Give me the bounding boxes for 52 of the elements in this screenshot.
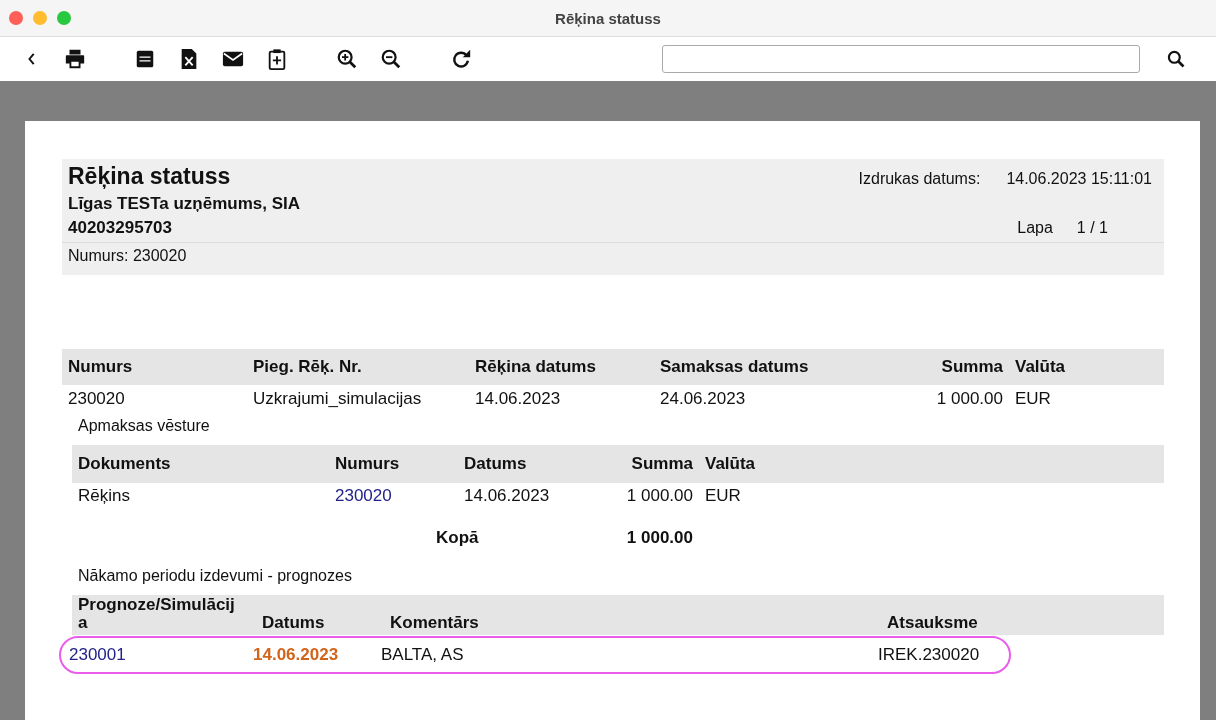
registration-number: 40203295703 xyxy=(68,218,172,238)
window-title: Rēķina statuss xyxy=(554,9,662,27)
print-date: 14.06.2023 15:11:01 xyxy=(1006,170,1152,188)
column-header: Summa xyxy=(940,357,1004,377)
table-cell-text: 14.06.2023 xyxy=(463,486,551,506)
table-cell-text: 24.06.2023 xyxy=(659,389,747,409)
table-cell-text: 1 000.00 xyxy=(935,389,1004,409)
column-header: Valūta xyxy=(704,454,757,474)
column-header: Datums xyxy=(463,454,528,474)
table-cell-text: BALTA, AS xyxy=(380,645,465,665)
close-button[interactable] xyxy=(9,11,23,25)
table-cell-text: 14.06.2023 xyxy=(252,645,340,665)
column-header: Valūta xyxy=(1014,357,1067,377)
table-cell-text: Rēķins xyxy=(77,486,131,506)
column-header: Numurs xyxy=(67,357,134,377)
column-header: Samaksas datums xyxy=(659,357,810,377)
report-title: Rēķina statuss xyxy=(68,163,231,190)
column-header: Dokuments xyxy=(77,454,172,474)
page-number: 1 / 1 xyxy=(1076,219,1108,237)
forecast-link[interactable]: 230001 xyxy=(69,645,126,664)
table-cell-text: EUR xyxy=(704,486,742,506)
page-label: Lapa xyxy=(1017,219,1053,237)
section-title: Nākamo periodu izdevumi - prognozes xyxy=(78,567,353,585)
table-cell-text: IREK.230020 xyxy=(877,645,981,665)
document-link[interactable]: 230020 xyxy=(335,486,392,505)
section-title: Apmaksas vēsture xyxy=(78,417,211,435)
search-field[interactable] xyxy=(662,45,1140,73)
document-icon[interactable] xyxy=(134,48,156,70)
company-name: Līgas TESTa uzņēmums, SIA xyxy=(68,194,302,214)
printer-icon[interactable] xyxy=(64,48,86,70)
table-cell-text: 1 000.00 xyxy=(625,486,694,506)
total-label: Kopā xyxy=(436,528,480,548)
table-cell-text: 14.06.2023 xyxy=(474,389,562,409)
refresh-icon[interactable] xyxy=(450,48,472,70)
column-header: Datums xyxy=(261,614,326,633)
column-header: Prognoze/Simulācija xyxy=(77,595,236,633)
column-header: Komentārs xyxy=(389,614,480,633)
column-header: Rēķina datums xyxy=(474,357,597,377)
search-icon[interactable] xyxy=(1166,49,1186,69)
table-cell-text: Uzkrajumi_simulacijas xyxy=(252,389,423,409)
total-amount: 1 000.00 xyxy=(625,528,693,548)
zoom-out-icon[interactable] xyxy=(380,48,402,70)
column-header: Summa xyxy=(630,454,694,474)
column-header: Pieg. Rēķ. Nr. xyxy=(252,357,363,377)
table-cell-text: 230020 xyxy=(67,389,126,409)
column-header: Atsauksme xyxy=(886,614,979,633)
table-cell-text: EUR xyxy=(1014,389,1052,409)
clipboard-plus-icon[interactable] xyxy=(266,48,288,70)
invoice-number: Numurs: 230020 xyxy=(62,242,1164,265)
column-header: Numurs xyxy=(334,454,401,474)
print-date-label: Izdrukas datums: xyxy=(858,170,981,188)
zoom-in-icon[interactable] xyxy=(336,48,358,70)
